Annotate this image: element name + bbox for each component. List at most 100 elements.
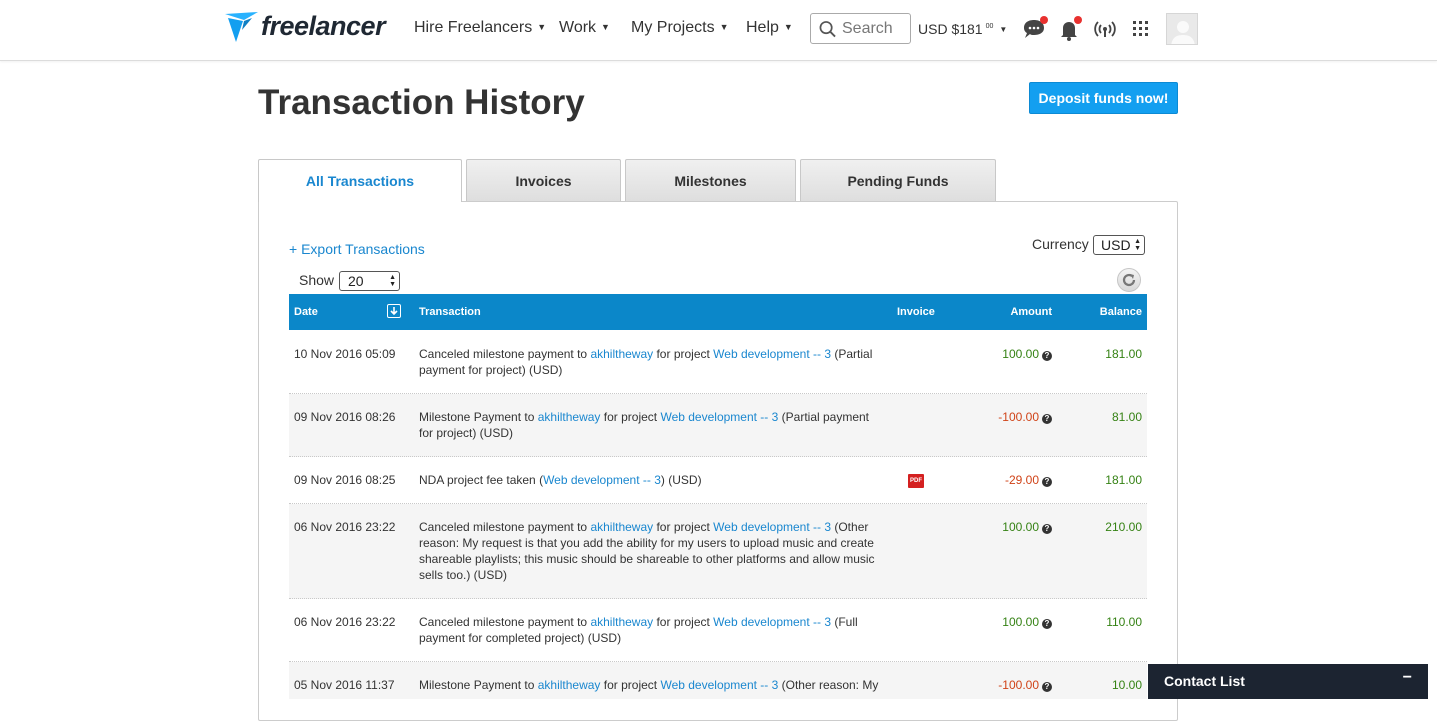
row-transaction: NDA project fee taken (Web development -… xyxy=(419,472,879,488)
tab-pending-funds[interactable]: Pending Funds xyxy=(800,159,996,201)
tx-text: for project xyxy=(653,615,714,629)
tab-milestones[interactable]: Milestones xyxy=(625,159,796,201)
project-link[interactable]: Web development -- 3 xyxy=(713,615,831,629)
amount-value: 100.00 xyxy=(1002,615,1039,629)
user-link[interactable]: akhiltheway xyxy=(538,410,601,424)
user-link[interactable]: akhiltheway xyxy=(590,520,653,534)
nav-my-projects[interactable]: My Projects ▼ xyxy=(631,19,729,37)
apps-grid-icon[interactable] xyxy=(1129,16,1155,42)
messages-icon[interactable] xyxy=(1021,16,1048,42)
project-link[interactable]: Web development -- 3 xyxy=(543,473,661,487)
amount-value: -29.00 xyxy=(1004,473,1039,487)
row-amount: 100.00? xyxy=(1002,346,1052,362)
row-transaction: Milestone Payment to akhiltheway for pro… xyxy=(419,677,879,693)
search-input[interactable] xyxy=(842,19,910,38)
help-icon[interactable]: ? xyxy=(1042,619,1052,629)
caret-down-icon: ▼ xyxy=(601,22,610,32)
user-link[interactable]: akhiltheway xyxy=(538,678,601,692)
help-icon[interactable]: ? xyxy=(1042,351,1052,361)
row-balance: 110.00 xyxy=(1106,615,1142,629)
minimize-icon[interactable]: − xyxy=(1403,669,1412,687)
help-icon[interactable]: ? xyxy=(1042,414,1052,424)
tx-text: Milestone Payment to xyxy=(419,410,538,424)
user-link[interactable]: akhiltheway xyxy=(590,615,653,629)
nav-hire-freelancers[interactable]: Hire Freelancers ▼ xyxy=(414,19,546,37)
caret-down-icon: ▼ xyxy=(783,22,793,32)
freelancer-logo[interactable]: freelancer xyxy=(224,8,386,44)
user-silhouette-icon xyxy=(1171,21,1195,44)
nav-help[interactable]: Help ▼ xyxy=(746,19,793,37)
broadcast-icon[interactable] xyxy=(1093,16,1119,42)
tx-text: Canceled milestone payment to xyxy=(419,520,591,534)
row-balance: 181.00 xyxy=(1105,347,1142,361)
project-link[interactable]: Web development -- 3 xyxy=(713,520,831,534)
avatar[interactable] xyxy=(1166,13,1198,45)
row-amount: 100.00? xyxy=(1002,614,1052,630)
nav-work[interactable]: Work ▼ xyxy=(559,19,610,37)
project-link[interactable]: Web development -- 3 xyxy=(713,347,831,361)
row-date: 10 Nov 2016 05:09 xyxy=(294,347,396,361)
sort-down-icon[interactable] xyxy=(387,304,401,318)
page-size-value: 20 xyxy=(348,273,364,289)
currency-select[interactable]: USD ▲ ▼ xyxy=(1093,235,1145,255)
row-date: 05 Nov 2016 11:37 xyxy=(294,678,395,692)
tx-text: Canceled milestone payment to xyxy=(419,615,591,629)
table-row: 06 Nov 2016 23:22 Canceled milestone pay… xyxy=(289,504,1147,599)
caret-down-icon: ▼ xyxy=(999,25,1008,34)
caret-down-icon: ▼ xyxy=(719,22,729,32)
tx-text: ) (USD) xyxy=(660,473,702,487)
export-transactions-link[interactable]: + Export Transactions xyxy=(289,241,425,257)
help-icon[interactable]: ? xyxy=(1042,524,1052,534)
row-date: 06 Nov 2016 23:22 xyxy=(294,520,396,534)
tx-text: NDA project fee taken ( xyxy=(419,473,544,487)
row-transaction: Milestone Payment to akhiltheway for pro… xyxy=(419,409,879,441)
balance-amount: USD $181 xyxy=(918,21,983,37)
row-invoice: PDF xyxy=(908,474,924,488)
col-amount: Amount xyxy=(1010,306,1052,318)
amount-value: -100.00 xyxy=(998,410,1039,424)
account-balance[interactable]: USD $181 00 ▼ xyxy=(918,21,1007,37)
search-icon xyxy=(819,20,836,37)
project-link[interactable]: Web development -- 3 xyxy=(660,410,778,424)
tab-all-transactions[interactable]: All Transactions xyxy=(258,159,462,202)
bird-logo-icon xyxy=(225,12,258,42)
show-label: Show xyxy=(299,272,335,288)
tx-text: for project xyxy=(600,678,661,692)
contact-list-bar[interactable]: Contact List − xyxy=(1148,664,1428,699)
tab-invoices[interactable]: Invoices xyxy=(466,159,621,201)
project-link[interactable]: Web development -- 3 xyxy=(660,678,778,692)
row-date: 06 Nov 2016 23:22 xyxy=(294,615,396,629)
table-row: 10 Nov 2016 05:09 Canceled milestone pay… xyxy=(289,330,1147,394)
amount-value: 100.00 xyxy=(1002,347,1039,361)
help-icon[interactable]: ? xyxy=(1042,682,1052,692)
select-arrows-icon: ▲ ▼ xyxy=(1134,238,1141,252)
col-date[interactable]: Date xyxy=(294,306,318,318)
pdf-icon[interactable]: PDF xyxy=(908,474,924,488)
refresh-icon xyxy=(1122,273,1136,287)
table-row: 05 Nov 2016 11:37 Milestone Payment to a… xyxy=(289,662,1147,699)
tx-text: for project xyxy=(653,347,714,361)
currency-label: Currency xyxy=(1032,236,1089,252)
notifications-icon[interactable] xyxy=(1057,16,1083,42)
nav-label: Work xyxy=(559,19,597,36)
row-balance: 210.00 xyxy=(1105,520,1142,534)
page-size-select[interactable]: 20 ▲ ▼ xyxy=(339,271,400,291)
row-amount: -100.00? xyxy=(998,677,1052,693)
row-balance: 10.00 xyxy=(1111,678,1142,692)
col-transaction: Transaction xyxy=(419,306,481,318)
unread-indicator xyxy=(1040,16,1048,24)
user-link[interactable]: akhiltheway xyxy=(590,347,653,361)
row-amount: -100.00? xyxy=(998,409,1052,425)
table-row: 09 Nov 2016 08:25 NDA project fee taken … xyxy=(289,457,1147,504)
contact-list-label: Contact List xyxy=(1164,673,1245,689)
row-date: 09 Nov 2016 08:25 xyxy=(294,473,396,487)
deposit-funds-button[interactable]: Deposit funds now! xyxy=(1029,82,1178,114)
table-row: 09 Nov 2016 08:26 Milestone Payment to a… xyxy=(289,394,1147,457)
row-transaction: Canceled milestone payment to akhilthewa… xyxy=(419,519,879,583)
row-balance: 81.00 xyxy=(1111,410,1142,424)
nav-label: Hire Freelancers xyxy=(414,19,533,36)
row-amount: -29.00? xyxy=(1005,472,1052,488)
help-icon[interactable]: ? xyxy=(1042,477,1052,487)
refresh-button[interactable] xyxy=(1117,268,1141,292)
search-box[interactable] xyxy=(810,13,911,44)
